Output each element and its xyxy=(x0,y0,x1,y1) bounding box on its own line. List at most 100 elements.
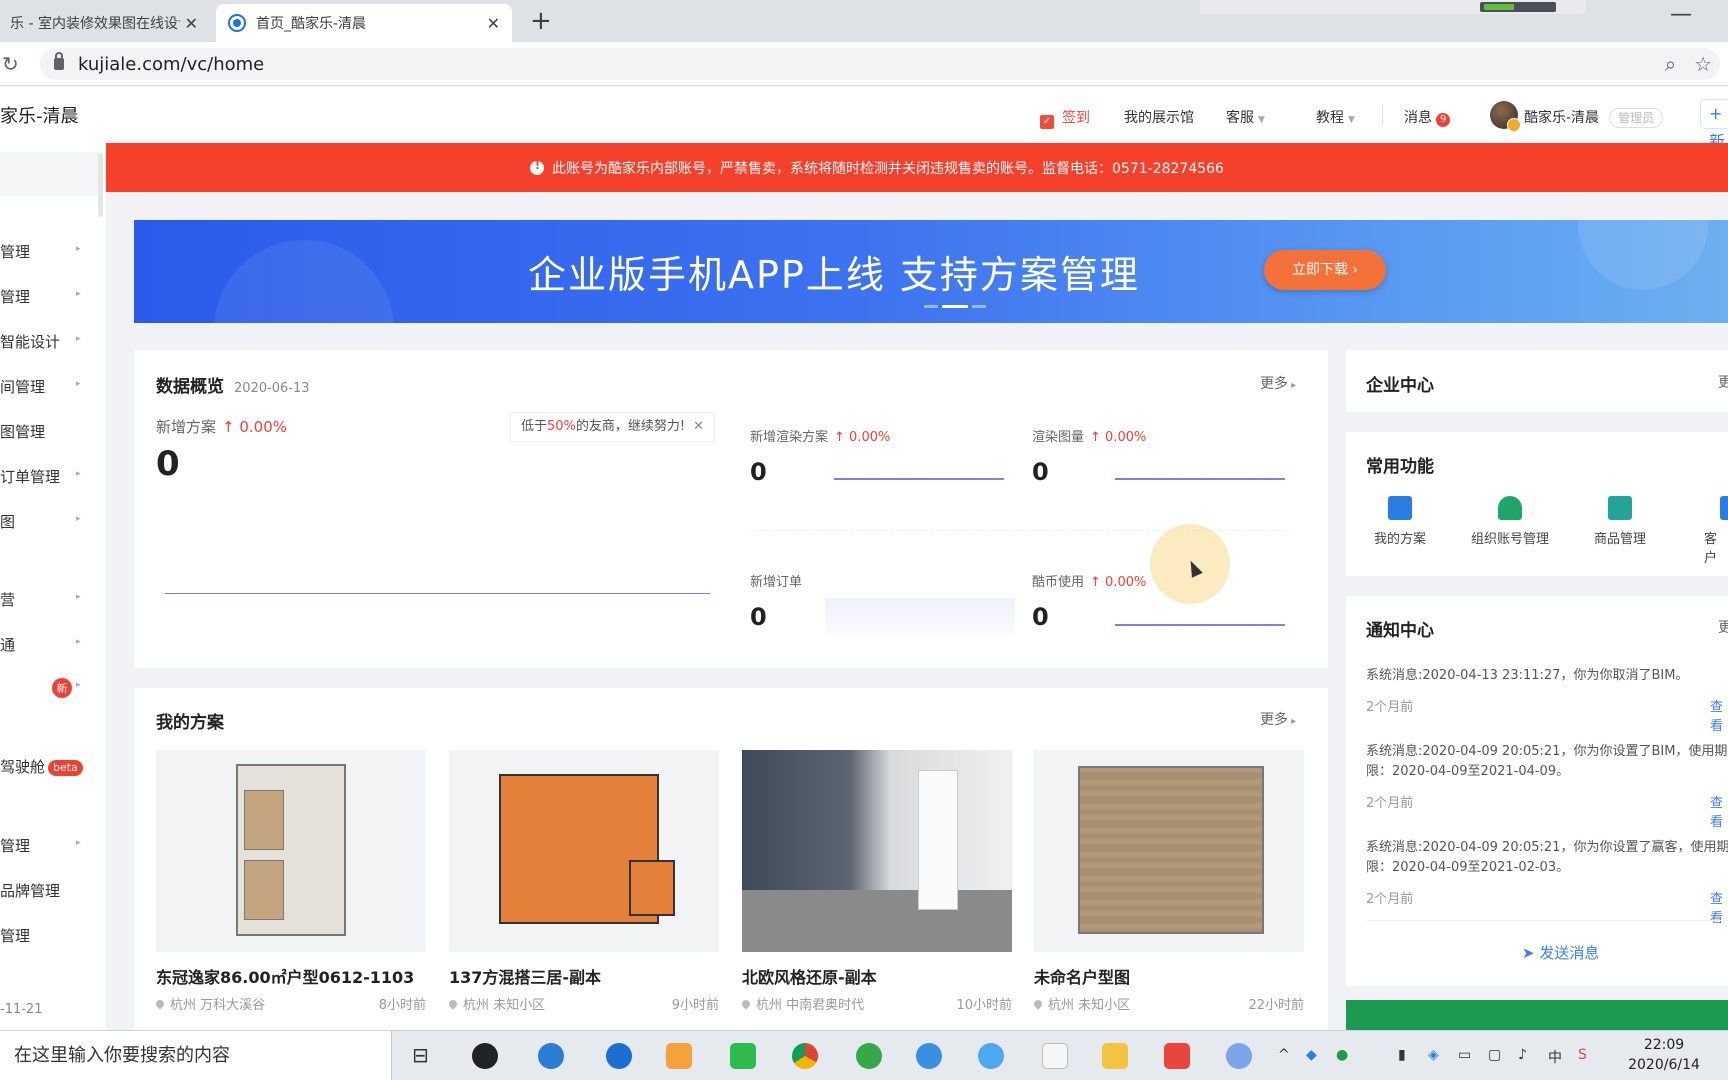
sidebar-item[interactable]: 管理 ▸ xyxy=(0,835,90,861)
plan-time: 10小时前 xyxy=(956,998,1012,1013)
new-orders-chart xyxy=(825,598,1015,636)
plan-card[interactable]: 北欧风格还原-副本 杭州 中南君奥时代 10小时前 xyxy=(740,750,1012,1013)
minimize-button[interactable]: — xyxy=(1670,2,1692,27)
notice-view-link[interactable]: 查看 xyxy=(1710,696,1728,734)
new-tab-button[interactable]: + xyxy=(530,6,552,36)
file-explorer-icon[interactable] xyxy=(1102,1043,1128,1069)
battery-icon[interactable]: ▭ xyxy=(1458,1047,1471,1063)
chevron-right-icon: ▸ xyxy=(76,334,81,344)
plan-name[interactable]: 未命名户型图 xyxy=(1034,964,1304,988)
sidebar-item-cockpit[interactable]: 驾驶舱 beta xyxy=(0,756,100,782)
task-view-icon[interactable]: ⊟ xyxy=(412,1043,438,1069)
volume-icon[interactable]: ♪ xyxy=(1518,1047,1527,1063)
search-app-icon[interactable] xyxy=(978,1043,1004,1069)
wechat-icon[interactable] xyxy=(730,1043,756,1069)
plan-name[interactable]: 137方混搭三居-副本 xyxy=(449,964,719,988)
sidebar-item-label: 通 xyxy=(0,636,16,654)
cloud-app-icon[interactable] xyxy=(1226,1043,1252,1069)
carousel-dots[interactable] xyxy=(924,305,986,308)
service-menu[interactable]: 客服 ▼ xyxy=(1226,107,1265,127)
plan-card[interactable]: 未命名户型图 杭州 未知小区 22小时前 xyxy=(1032,750,1304,1013)
sidebar-item[interactable]: 图管理 xyxy=(0,421,90,447)
avatar[interactable] xyxy=(1490,101,1521,132)
edge-browser-icon[interactable] xyxy=(606,1043,632,1069)
sidebar-item[interactable]: 管理 ▸ xyxy=(0,241,90,267)
shield-icon[interactable]: ◈ xyxy=(1428,1047,1439,1063)
browser-tab-design[interactable]: 乐 - 室内装修效果图在线设计 ✕ xyxy=(0,4,210,42)
send-message-button[interactable]: ➤ 发送消息 xyxy=(1522,942,1599,963)
red-app-icon[interactable] xyxy=(1164,1043,1190,1069)
pinwheel-app-icon[interactable] xyxy=(472,1043,498,1069)
overview-date: 2020-06-13 xyxy=(234,381,310,396)
notices-more-link[interactable]: 更 xyxy=(1718,617,1728,637)
sidebar-item[interactable]: 智能设计 ▸ xyxy=(0,331,90,357)
360-browser-icon[interactable] xyxy=(856,1043,882,1069)
sidebar-item-new[interactable]: ▸ xyxy=(0,677,90,703)
qq-icon[interactable] xyxy=(916,1043,942,1069)
close-icon[interactable]: ✕ xyxy=(693,419,704,434)
sogou-ime-icon[interactable]: S xyxy=(1578,1047,1587,1063)
new-button[interactable]: + 新 xyxy=(1700,99,1728,151)
notepad-icon[interactable] xyxy=(1042,1043,1068,1069)
tray-app-icon[interactable]: ● xyxy=(1336,1047,1348,1063)
tray-network-icon[interactable]: ◆ xyxy=(1306,1047,1317,1063)
enterprise-more-link[interactable]: 更 xyxy=(1718,372,1728,392)
chrome-icon[interactable] xyxy=(792,1043,818,1069)
address-bar: ↻ kujiale.com/vc/home ⌕ ☆ xyxy=(0,42,1728,86)
overview-card xyxy=(134,350,1328,668)
ie-browser-icon[interactable] xyxy=(538,1043,564,1069)
ime-indicator[interactable]: 中 xyxy=(1548,1047,1562,1067)
messages-link[interactable]: 消息 9 xyxy=(1404,107,1451,127)
tutorial-label: 教程 xyxy=(1316,110,1344,126)
plan-name[interactable]: 东冠逸家86.00㎡户型0612-1103 xyxy=(156,964,426,988)
url-field[interactable]: kujiale.com/vc/home ⌕ ☆ xyxy=(40,48,1720,80)
checkin-button[interactable]: ✓ 签到 xyxy=(1040,107,1090,129)
plan-thumbnail[interactable] xyxy=(742,750,1012,952)
browser-tab-home[interactable]: 首页_酷家乐-清晨 ✕ xyxy=(216,4,512,42)
bookmark-star-icon[interactable]: ☆ xyxy=(1694,52,1712,76)
sidebar-item[interactable]: 订单管理 ▸ xyxy=(0,466,90,492)
sidebar-item[interactable]: 管理 ▸ xyxy=(0,286,90,312)
green-promo-banner[interactable] xyxy=(1346,1000,1728,1030)
floorplan-room xyxy=(244,790,284,850)
plan-name[interactable]: 北欧风格还原-副本 xyxy=(742,964,1012,988)
plan-card[interactable]: 137方混搭三居-副本 杭州 未知小区 9小时前 xyxy=(447,750,719,1013)
close-icon[interactable]: ✕ xyxy=(487,14,500,33)
media-player-icon[interactable] xyxy=(666,1043,692,1069)
zoom-icon[interactable]: ⌕ xyxy=(1665,52,1676,76)
user-menu[interactable]: 酷家乐-清晨 管理员 xyxy=(1524,107,1664,128)
taskbar-search-input[interactable]: 在这里输入你要搜索的内容 xyxy=(0,1031,392,1080)
reload-icon[interactable]: ↻ xyxy=(2,52,19,76)
download-button[interactable]: 立即下载 › xyxy=(1264,250,1386,290)
sidebar-item[interactable]: 间管理 ▸ xyxy=(0,376,90,402)
notice-view-link[interactable]: 查看 xyxy=(1710,792,1728,830)
function-my-plans[interactable]: 我的方案 xyxy=(1350,496,1450,547)
plans-more-link[interactable]: 更多 xyxy=(1260,709,1296,729)
tutorial-menu[interactable]: 教程 ▼ xyxy=(1316,107,1355,127)
function-customers[interactable]: 客户 xyxy=(1668,496,1728,566)
taskbar-clock[interactable]: 22:09 2020/6/14 xyxy=(1614,1035,1714,1075)
sidebar-home-item[interactable] xyxy=(0,152,100,196)
microphone-icon[interactable]: ▮ xyxy=(1398,1047,1406,1063)
sidebar-item[interactable]: 管理 xyxy=(0,925,90,951)
network-icon[interactable]: ▢ xyxy=(1488,1047,1501,1063)
gallery-link[interactable]: 我的展示馆 xyxy=(1124,107,1194,127)
function-goods[interactable]: 商品管理 xyxy=(1570,496,1670,547)
plan-thumbnail[interactable] xyxy=(449,750,719,952)
function-org-accounts[interactable]: 组织账号管理 xyxy=(1460,496,1560,547)
sidebar-item[interactable]: 品牌管理 xyxy=(0,880,90,906)
tray-chevron-icon[interactable]: ^ xyxy=(1278,1047,1290,1063)
lock-icon xyxy=(54,52,64,70)
sidebar-scrollbar[interactable] xyxy=(98,153,103,217)
plan-thumbnail[interactable] xyxy=(156,750,426,952)
plan-card[interactable]: 东冠逸家86.00㎡户型0612-1103 杭州 万科大溪谷 8小时前 xyxy=(154,750,426,1013)
plan-thumbnail[interactable] xyxy=(1034,750,1304,952)
new-orders-value: 0 xyxy=(750,603,767,631)
overview-more-link[interactable]: 更多 xyxy=(1260,373,1296,393)
close-icon[interactable]: ✕ xyxy=(185,14,198,33)
promo-banner[interactable]: 企业版手机APP上线 支持方案管理 立即下载 › xyxy=(134,220,1728,323)
sidebar-item[interactable]: 图 ▸ xyxy=(0,511,90,537)
sidebar-item[interactable]: 营 ▸ xyxy=(0,589,90,615)
sidebar-item[interactable]: 通 ▸ xyxy=(0,634,90,660)
location-pin-icon xyxy=(154,998,166,1010)
